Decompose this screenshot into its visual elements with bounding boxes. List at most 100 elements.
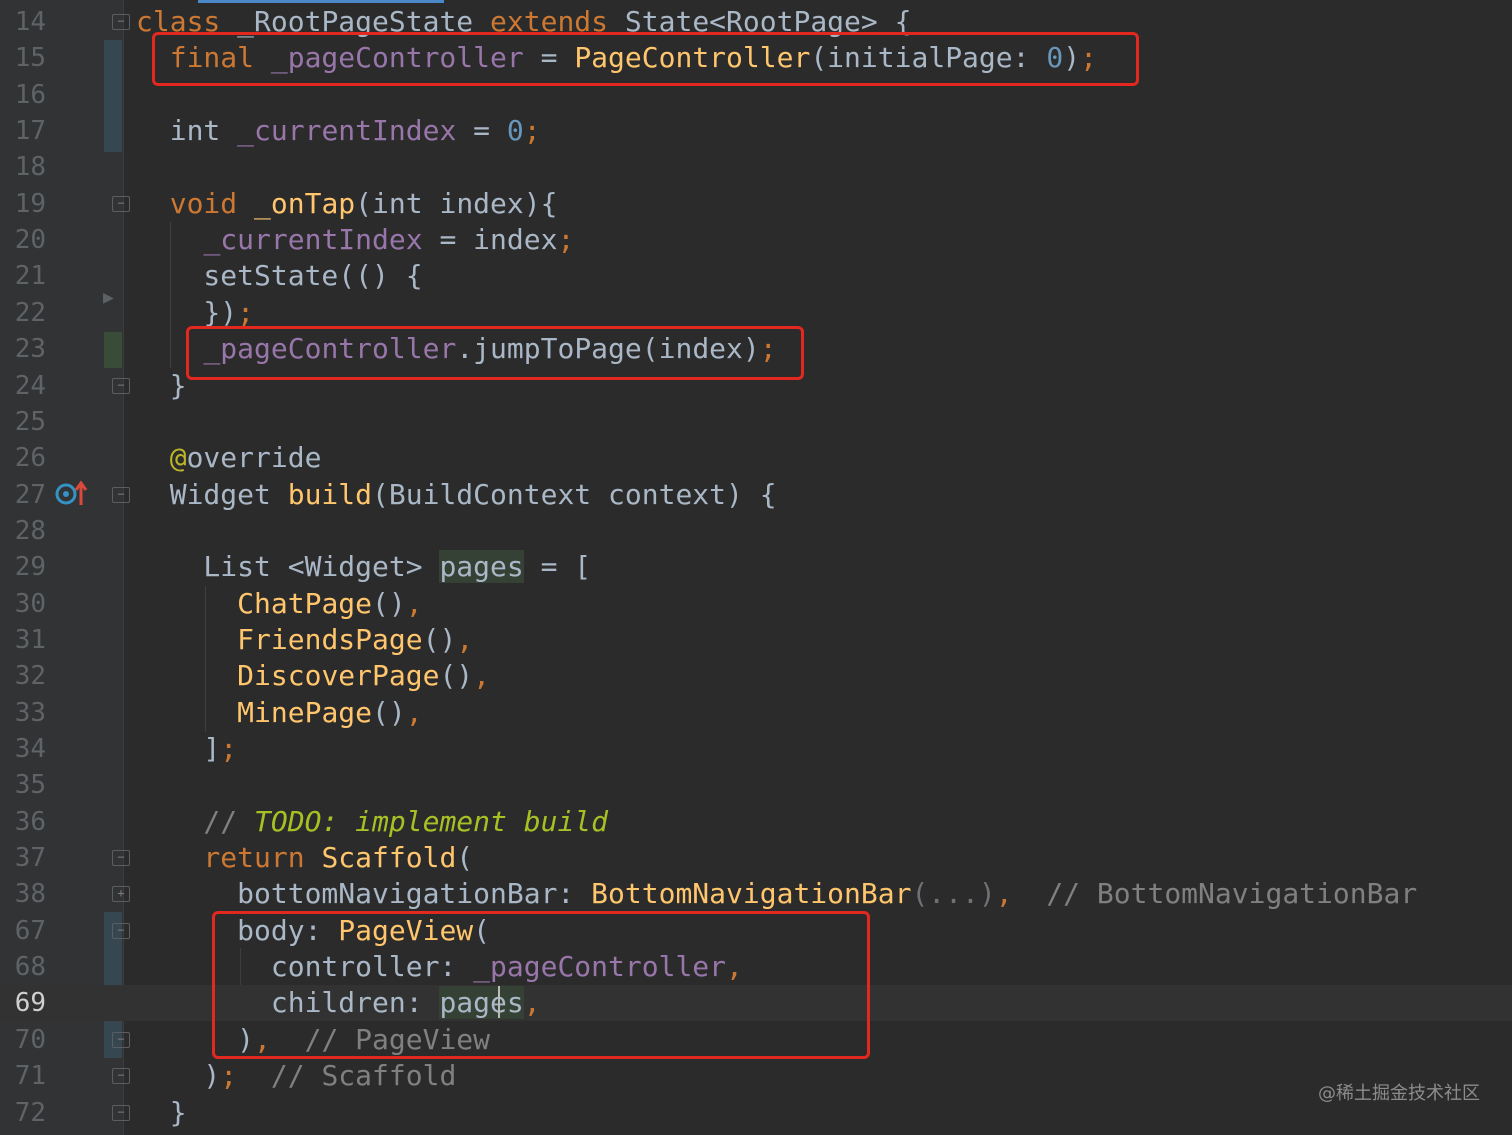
override-method-icon[interactable] — [54, 479, 90, 509]
text-cursor — [498, 986, 500, 1018]
code-text[interactable]: _currentIndex = index; — [136, 222, 574, 258]
line-number[interactable]: 22 — [0, 295, 46, 331]
code-line[interactable]: 33 MinePage(), — [0, 695, 1512, 731]
code-text[interactable]: } — [136, 1095, 187, 1131]
line-number[interactable]: 67 — [0, 913, 46, 949]
code-token: = — [456, 114, 507, 148]
line-number[interactable]: 14 — [0, 4, 46, 40]
line-number[interactable]: 34 — [0, 731, 46, 767]
code-line[interactable]: 18 — [0, 149, 1512, 185]
code-line[interactable]: 34 ]; — [0, 731, 1512, 767]
line-number[interactable]: 38 — [0, 876, 46, 912]
code-line[interactable]: 17 int _currentIndex = 0; — [0, 113, 1512, 149]
code-editor[interactable]: 14− class _RootPageState extends State<Ro… — [0, 0, 1512, 1135]
line-number[interactable]: 16 — [0, 77, 46, 113]
line-number[interactable]: 33 — [0, 695, 46, 731]
line-number[interactable]: 68 — [0, 949, 46, 985]
code-line[interactable]: 20 _currentIndex = index; — [0, 222, 1512, 258]
code-line[interactable]: 28 — [0, 513, 1512, 549]
line-number[interactable]: 71 — [0, 1058, 46, 1094]
code-text[interactable]: FriendsPage(), — [136, 622, 473, 658]
line-number[interactable]: 31 — [0, 622, 46, 658]
code-token: override — [186, 441, 322, 475]
code-line[interactable]: 31 FriendsPage(), — [0, 622, 1512, 658]
code-line[interactable]: 32 DiscoverPage(), — [0, 658, 1512, 694]
line-number[interactable]: 30 — [0, 586, 46, 622]
code-line[interactable]: 19 − void _onTap(int index){ — [0, 186, 1512, 222]
code-line[interactable]: 37 − return Scaffold( — [0, 840, 1512, 876]
code-text[interactable]: DiscoverPage(), — [136, 658, 490, 694]
code-token: return — [136, 841, 322, 875]
line-number[interactable]: 18 — [0, 149, 46, 185]
triangle-marker-icon[interactable]: ▶ — [103, 287, 114, 308]
code-token: ( — [456, 841, 474, 875]
code-text[interactable]: setState(() { — [136, 258, 422, 294]
collapse-fold-icon[interactable]: − — [112, 850, 130, 867]
code-text[interactable]: int _currentIndex = 0; — [136, 113, 541, 149]
code-text[interactable]: MinePage(), — [136, 695, 422, 731]
code-token: } — [136, 368, 187, 402]
line-number[interactable]: 27 — [0, 477, 46, 513]
code-text[interactable]: return Scaffold( — [136, 840, 473, 876]
line-number[interactable]: 23 — [0, 331, 46, 367]
line-number[interactable]: 28 — [0, 513, 46, 549]
line-number[interactable]: 36 — [0, 804, 46, 840]
editor-tab-indicator — [198, 0, 444, 3]
collapse-fold-icon[interactable]: − — [112, 195, 130, 212]
code-text[interactable]: ]; — [136, 731, 237, 767]
collapse-fold-icon[interactable]: − — [112, 922, 130, 939]
code-text[interactable]: ChatPage(), — [136, 586, 422, 622]
code-text[interactable]: ); // Scaffold — [136, 1058, 456, 1094]
code-line[interactable]: 35 — [0, 767, 1512, 803]
code-token: 0 — [506, 114, 524, 148]
line-number[interactable]: 37 — [0, 840, 46, 876]
code-line[interactable]: 29 List <Widget> pages = [ — [0, 549, 1512, 585]
code-text[interactable]: // TODO: implement build — [136, 804, 608, 840]
line-number[interactable]: 21 — [0, 258, 46, 294]
collapse-fold-icon[interactable]: − — [112, 1068, 130, 1085]
code-text[interactable]: Widget build(BuildContext context) { — [136, 477, 777, 513]
code-line[interactable]: 26 @override — [0, 440, 1512, 476]
collapse-fold-icon[interactable]: − — [112, 486, 130, 503]
code-token: } — [136, 1095, 187, 1129]
code-token: TODO: implement build — [254, 804, 609, 838]
code-line[interactable]: 36 // TODO: implement build — [0, 804, 1512, 840]
code-line[interactable]: 27 − Widget build(BuildContext context) { — [0, 477, 1512, 513]
code-token: _currentIndex — [237, 114, 457, 148]
line-number[interactable]: 20 — [0, 222, 46, 258]
line-number[interactable]: 15 — [0, 40, 46, 76]
line-number[interactable]: 19 — [0, 186, 46, 222]
line-number[interactable]: 35 — [0, 767, 46, 803]
code-text[interactable]: List <Widget> pages = [ — [136, 549, 591, 585]
code-line[interactable]: 38 + bottomNavigationBar: BottomNavigatio… — [0, 876, 1512, 912]
collapse-fold-icon[interactable]: − — [112, 1031, 130, 1048]
expand-fold-icon[interactable]: + — [112, 886, 130, 903]
code-token: DiscoverPage — [237, 659, 440, 693]
code-line[interactable]: 25 — [0, 404, 1512, 440]
code-text[interactable]: bottomNavigationBar: BottomNavigationBar… — [136, 876, 1417, 912]
line-number[interactable]: 69 — [0, 985, 46, 1021]
line-number[interactable]: 24 — [0, 368, 46, 404]
line-number[interactable]: 25 — [0, 404, 46, 440]
code-token: () — [372, 695, 406, 729]
collapse-fold-icon[interactable]: − — [112, 14, 130, 30]
code-token: FriendsPage — [237, 622, 423, 656]
collapse-fold-icon[interactable]: − — [112, 377, 130, 394]
line-number[interactable]: 26 — [0, 440, 46, 476]
line-number[interactable]: 70 — [0, 1022, 46, 1058]
code-line[interactable]: 21 setState(() { — [0, 258, 1512, 294]
code-line[interactable]: 30 ChatPage(), — [0, 586, 1512, 622]
line-number[interactable]: 17 — [0, 113, 46, 149]
code-text[interactable]: void _onTap(int index){ — [136, 186, 558, 222]
code-token: // Scaffold — [237, 1059, 457, 1093]
code-text[interactable]: } — [136, 368, 187, 404]
code-line[interactable]: 71 − ); // Scaffold — [0, 1058, 1512, 1094]
line-number[interactable]: 29 — [0, 549, 46, 585]
code-text[interactable]: @override — [136, 440, 322, 476]
line-number[interactable]: 72 — [0, 1095, 46, 1131]
code-line[interactable]: 72 − } — [0, 1095, 1512, 1131]
code-token: () — [372, 586, 406, 620]
collapse-fold-icon[interactable]: − — [112, 1104, 130, 1121]
line-number[interactable]: 32 — [0, 658, 46, 694]
